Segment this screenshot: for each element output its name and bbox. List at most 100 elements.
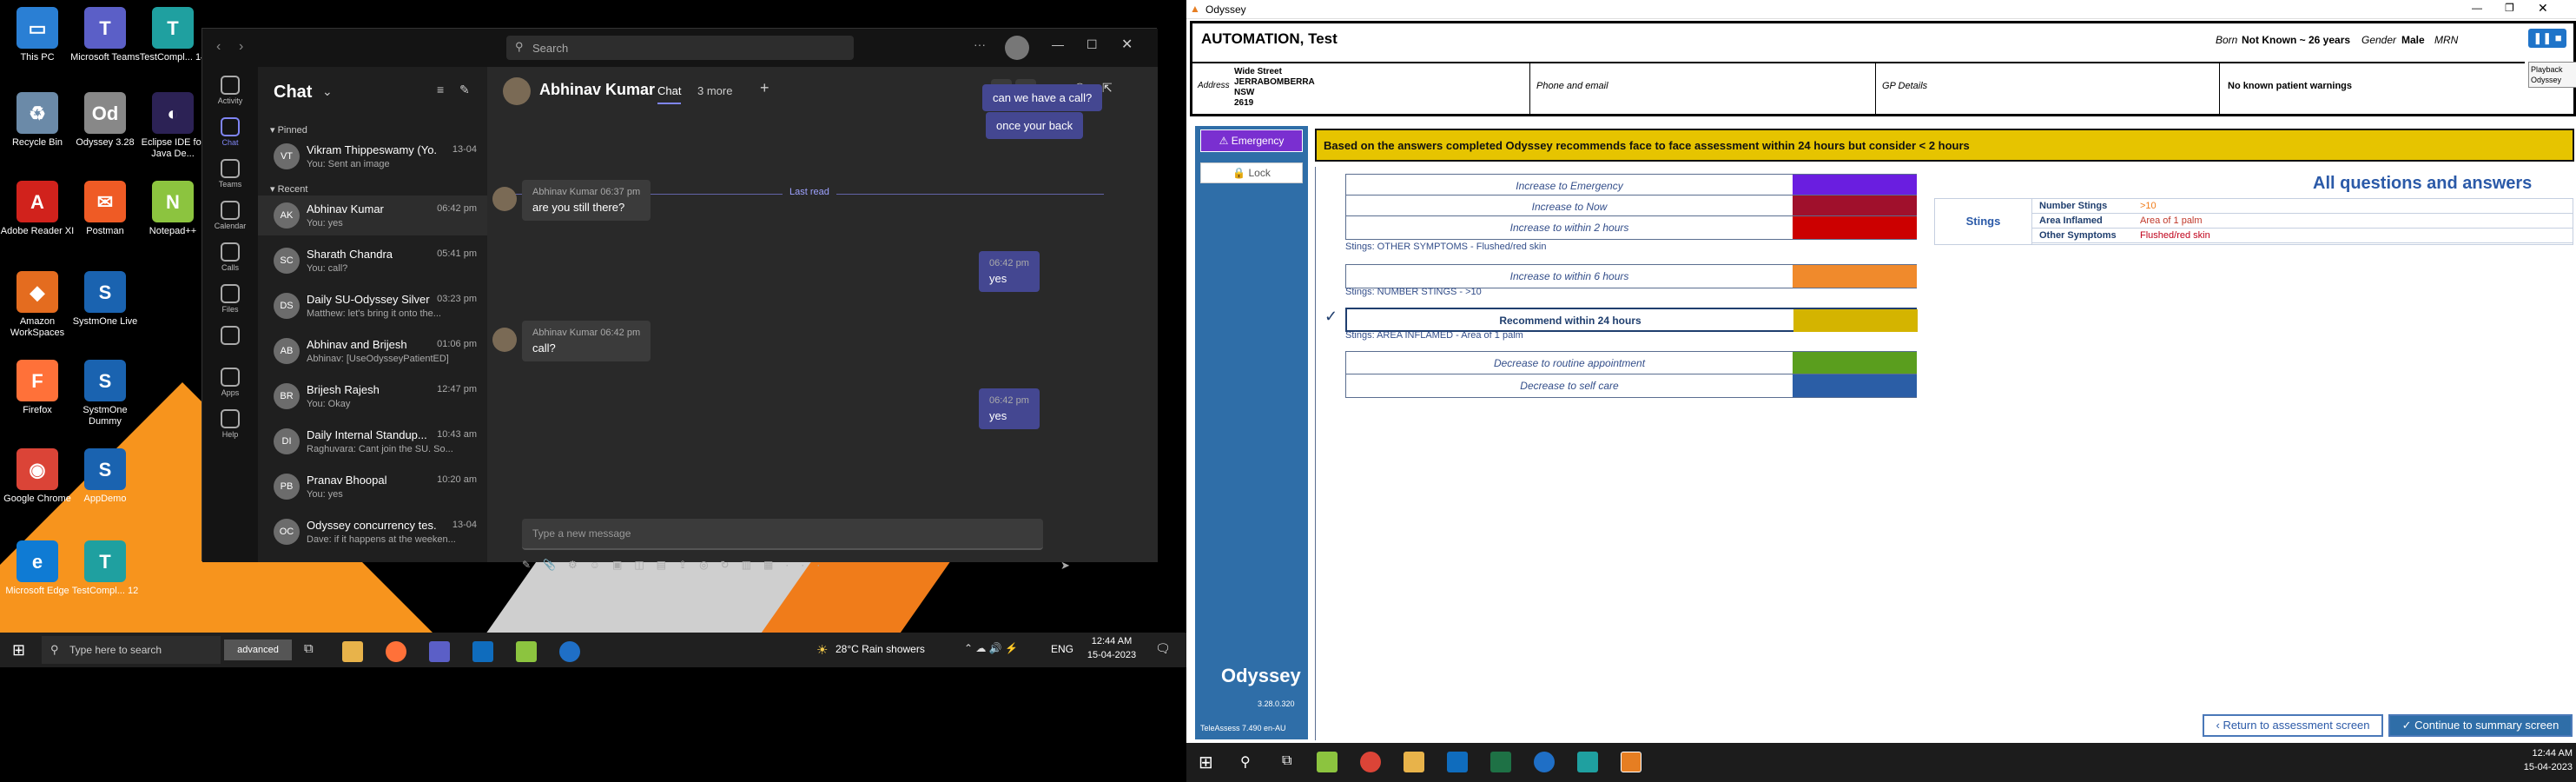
notepadpp-taskbar-icon[interactable]	[1317, 752, 1338, 772]
chrome-taskbar-icon[interactable]	[1360, 752, 1381, 772]
pop-out-icon[interactable]: ⇱	[1102, 81, 1113, 96]
desktop-shortcut[interactable]: S SystmOne Dummy	[68, 360, 142, 427]
desktop-shortcut[interactable]: ♻ Recycle Bin	[0, 92, 75, 149]
more-options-icon[interactable]: ···	[974, 37, 986, 51]
rail-item[interactable]: Calls	[202, 242, 258, 272]
add-tab-icon[interactable]: +	[760, 79, 769, 97]
emergency-button[interactable]: ⚠ Emergency	[1200, 129, 1303, 152]
teams-window[interactable]: ‹ › ⚲ Search ··· — ☐ ✕ Activity Chat Teams…	[201, 28, 1158, 572]
chat-list-item[interactable]: OC Odyssey concurrency tes... Dave: if it …	[258, 512, 487, 552]
playback-button[interactable]: ❚❚ ■	[2528, 29, 2566, 48]
maximize-icon[interactable]: ☐	[1087, 37, 1098, 52]
rail-item[interactable]: Activity	[202, 76, 258, 105]
search-icon[interactable]: ⚲	[1240, 753, 1251, 771]
message-bubble[interactable]: can we have a call?	[982, 84, 1103, 111]
desktop-shortcut[interactable]: T TestCompl... 12	[68, 540, 142, 597]
notification-icon[interactable]: 🗨	[1155, 641, 1171, 656]
weather-text[interactable]: 28°C Rain showers	[836, 643, 925, 655]
tab-chat[interactable]: Chat	[657, 84, 682, 104]
rail-item[interactable]: Files	[202, 284, 258, 314]
compose-box[interactable]: Type a new message	[522, 519, 1043, 550]
task-view-icon[interactable]: ⧉	[1282, 753, 1291, 769]
desktop-shortcut[interactable]: Od Odyssey 3.28	[68, 92, 142, 149]
store-icon[interactable]	[1447, 752, 1468, 772]
rail-item[interactable]: Apps	[202, 368, 258, 397]
forward-arrow-icon[interactable]: ›	[239, 39, 243, 55]
close-icon[interactable]: ✕	[2538, 1, 2548, 16]
file-explorer-icon[interactable]	[1404, 752, 1424, 772]
rail-item[interactable]	[202, 326, 258, 347]
restore-icon[interactable]: ❐	[2505, 2, 2514, 14]
chevron-down-icon[interactable]: ⌄	[322, 84, 333, 99]
teams-taskbar-icon[interactable]	[429, 641, 450, 662]
desktop-shortcut[interactable]: ◆ Amazon WorkSpaces	[0, 271, 75, 339]
message-bubble[interactable]: 06:42 pm yes	[979, 388, 1040, 429]
urgency-level[interactable]: Recommend within 24 hours	[1345, 308, 1918, 332]
back-arrow-icon[interactable]: ‹	[216, 39, 221, 55]
tray-date[interactable]: 15-04-2023	[2513, 762, 2573, 772]
desktop-shortcut[interactable]: ▭ This PC	[0, 7, 75, 63]
desktop-shortcut[interactable]: ◉ Google Chrome	[0, 448, 75, 505]
ie-taskbar-icon[interactable]	[1534, 752, 1555, 772]
taskbar-date[interactable]: 15-04-2023	[1082, 650, 1141, 660]
testcomplete-taskbar-icon[interactable]	[1577, 752, 1598, 772]
chat-list-item[interactable]: BR Brijesh Rajesh You: Okay 12:47 pm	[258, 376, 487, 416]
firefox-taskbar-icon[interactable]	[386, 641, 406, 662]
desktop-shortcut[interactable]: N Notepad++	[135, 181, 210, 237]
rail-item[interactable]: Chat	[202, 117, 258, 147]
tray-icons[interactable]: ⌃ ☁ 🔊 ⚡	[964, 642, 1018, 654]
urgency-level[interactable]: Decrease to self care	[1345, 374, 1917, 398]
urgency-level[interactable]: Increase to within 2 hours	[1345, 215, 1917, 240]
windows-start-icon[interactable]: ⊞	[12, 641, 25, 659]
send-icon[interactable]: ➤	[1060, 559, 1070, 573]
file-explorer-icon[interactable]	[342, 641, 363, 662]
continue-button[interactable]: ✓ Continue to summary screen	[2388, 714, 2573, 737]
compose-toolbar[interactable]: ✎📎⚙☺▣◫▤⇪◎↻▥▦···	[522, 559, 1060, 576]
chat-list-item[interactable]: DS Daily SU-Odyssey Silver Matthew: let's …	[258, 286, 487, 326]
filter-icon[interactable]: ≡	[437, 83, 444, 96]
desktop-shortcut[interactable]: ◐ Eclipse IDE for Java De...	[135, 92, 210, 160]
minimize-icon[interactable]: —	[2472, 2, 2482, 14]
task-view-icon[interactable]: ⧉	[304, 641, 314, 656]
message-bubble[interactable]: once your back	[986, 112, 1084, 139]
chat-list-item[interactable]: VT Vikram Thippeswamy (Yo... You: Sent an …	[258, 136, 487, 176]
store-icon[interactable]	[472, 641, 493, 662]
desktop-shortcut[interactable]: F Firefox	[0, 360, 75, 416]
rail-item[interactable]: Calendar	[202, 201, 258, 230]
notepadpp-taskbar-icon[interactable]	[516, 641, 537, 662]
close-icon[interactable]: ✕	[1121, 36, 1133, 53]
advanced-badge[interactable]: advanced	[224, 640, 292, 660]
taskbar-time[interactable]: 12:44 AM	[1086, 636, 1138, 646]
desktop-shortcut[interactable]: A Adobe Reader XI	[0, 181, 75, 237]
desktop-shortcut[interactable]: T TestCompl... 14	[135, 7, 210, 63]
desktop-shortcut[interactable]: S SystmOne Live	[68, 271, 142, 328]
chat-list-item[interactable]: AK Abhinav Kumar You: yes 06:42 pm	[258, 196, 487, 235]
excel-icon[interactable]	[1490, 752, 1511, 772]
urgency-level[interactable]: Increase to within 6 hours	[1345, 264, 1917, 288]
lock-button[interactable]: 🔒 Lock	[1200, 162, 1303, 183]
desktop-shortcut[interactable]: T Microsoft Teams	[68, 7, 142, 63]
odyssey-taskbar-icon[interactable]	[1621, 752, 1641, 772]
ie-taskbar-icon[interactable]	[559, 641, 580, 662]
rail-item[interactable]: Help	[202, 409, 258, 439]
tab-more[interactable]: 3 more	[697, 84, 732, 97]
message-bubble[interactable]: 06:42 pm yes	[979, 251, 1040, 292]
desktop-shortcut[interactable]: ✉ Postman	[68, 181, 142, 237]
chat-list-item[interactable]: PB Pranav Bhoopal You: yes 10:20 am	[258, 467, 487, 507]
odyssey-window[interactable]: ▲ Odyssey — ❐ ✕ AUTOMATION, Test Born No…	[1186, 0, 2576, 743]
desktop-shortcut[interactable]: S AppDemo	[68, 448, 142, 505]
taskbar-search-box[interactable]: ⚲ Type here to search	[42, 636, 221, 664]
message-bubble[interactable]: Abhinav Kumar 06:42 pm call?	[492, 321, 651, 361]
lang-indicator[interactable]: ENG	[1051, 643, 1073, 655]
chat-list-item[interactable]: AB Abhinav and Brijesh Abhinav: [UseOdysse…	[258, 331, 487, 371]
chat-list-item[interactable]: DI Daily Internal Standup... Raghuvara: Ca…	[258, 421, 487, 461]
desktop-shortcut[interactable]: e Microsoft Edge	[0, 540, 75, 597]
minimize-icon[interactable]: —	[1052, 37, 1064, 51]
tray-time[interactable]: 12:44 AM	[2524, 748, 2573, 759]
urgency-level[interactable]: Decrease to routine appointment	[1345, 351, 1917, 375]
windows-start-icon[interactable]: ⊞	[1199, 752, 1213, 773]
new-chat-icon[interactable]: ✎	[459, 83, 470, 97]
rail-item[interactable]: Teams	[202, 159, 258, 189]
user-avatar[interactable]	[1005, 36, 1029, 60]
message-bubble[interactable]: Abhinav Kumar 06:37 pm are you still ther…	[492, 180, 651, 221]
